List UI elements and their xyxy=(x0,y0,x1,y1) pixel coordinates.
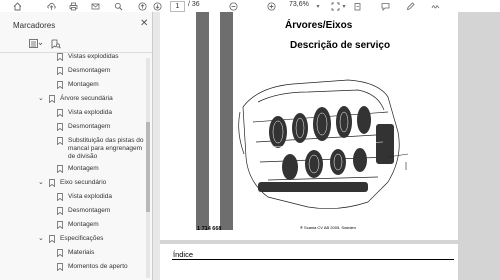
bookmark-icon xyxy=(57,193,63,204)
toolbar: 1 / 36 73,6% ▾ ▾ xyxy=(0,0,500,12)
scrollbar-thumb[interactable] xyxy=(146,122,150,212)
page-separator xyxy=(160,240,458,244)
bookmark-label: Montagem xyxy=(68,165,99,172)
bookmark-item[interactable]: Montagem xyxy=(57,221,99,230)
sign-icon[interactable] xyxy=(430,1,440,11)
mail-icon[interactable] xyxy=(90,1,100,11)
bookmark-icon xyxy=(57,123,63,134)
side-stripe xyxy=(220,12,233,230)
bookmark-item-especificacoes[interactable]: Especificações xyxy=(49,235,104,244)
bookmark-item[interactable]: Vista explodida xyxy=(57,193,112,202)
bookmark-label: Árvore secundária xyxy=(60,95,113,102)
page-total: / 36 xyxy=(188,1,200,8)
zoom-in-icon[interactable] xyxy=(266,1,276,11)
bookmark-item[interactable]: Desmontagem xyxy=(57,67,111,76)
page-number-input[interactable]: 1 xyxy=(170,1,185,12)
bookmark-label: Vista explodida xyxy=(68,109,112,116)
bookmark-label: Especificações xyxy=(60,235,104,242)
zoom-out-icon[interactable] xyxy=(228,1,238,11)
down-arrow-icon[interactable] xyxy=(152,1,162,11)
bookmark-item[interactable]: Vistas explodidas xyxy=(57,53,119,62)
document-title: Árvores/Eixos xyxy=(285,20,353,31)
bookmark-icon xyxy=(49,235,55,246)
bookmark-label: Desmontagem xyxy=(68,207,111,214)
bookmark-item[interactable]: Montagem xyxy=(57,165,99,174)
chevron-down-icon[interactable]: ▾ xyxy=(340,1,348,11)
bookmark-icon xyxy=(57,207,63,218)
bookmark-icon xyxy=(57,81,63,92)
bookmark-label: Materiais xyxy=(68,249,95,256)
part-number: 1 714 668 xyxy=(197,226,222,232)
gearbox-illustration xyxy=(238,62,413,227)
bookmark-label: Vistas explodidas xyxy=(68,53,119,60)
chevron-down-icon[interactable]: ⌄ xyxy=(38,234,44,242)
bookmark-icon xyxy=(57,249,63,260)
bookmark-icon xyxy=(57,137,63,148)
bookmark-label: Eixo secundário xyxy=(60,179,107,186)
heading-rule xyxy=(172,259,454,260)
search-icon[interactable] xyxy=(113,1,123,11)
bookmark-item[interactable]: Montagem xyxy=(57,81,99,90)
bookmark-item[interactable]: Momentos de aperto xyxy=(57,263,128,272)
up-arrow-icon[interactable] xyxy=(137,1,147,11)
bookmark-icon xyxy=(57,221,63,232)
comment-icon[interactable] xyxy=(380,1,390,11)
bookmark-icon xyxy=(57,109,63,120)
print-icon[interactable] xyxy=(68,1,78,11)
bookmark-item[interactable]: Substituição das pistas do mancal para e… xyxy=(57,137,144,161)
zoom-level[interactable]: 73,6% xyxy=(289,1,309,8)
fit-page-icon[interactable] xyxy=(330,1,340,11)
close-icon[interactable]: ✕ xyxy=(140,18,148,29)
chevron-down-icon[interactable]: ⌄ xyxy=(38,178,44,186)
bookmark-label: Desmontagem xyxy=(68,67,111,74)
bookmark-item[interactable]: Vista explodida xyxy=(57,109,112,118)
page-gutter xyxy=(458,12,500,280)
bookmark-icon xyxy=(49,95,55,106)
bookmark-label: Desmontagem xyxy=(68,123,111,130)
copyright-text: ® Scania CV AB 2005, Sweden xyxy=(300,225,356,230)
side-stripe xyxy=(196,12,209,230)
bookmark-icon xyxy=(57,165,63,176)
rotate-icon[interactable] xyxy=(352,1,362,11)
panel-title: Marcadores xyxy=(13,21,56,30)
bookmark-item[interactable]: Materiais xyxy=(57,249,95,258)
next-page-heading: Índice xyxy=(173,250,194,259)
bookmark-item-arvore-secundaria[interactable]: Árvore secundária xyxy=(49,95,113,104)
bookmark-icon xyxy=(49,179,55,190)
bookmark-item[interactable]: Desmontagem xyxy=(57,123,111,132)
bookmark-label: Momentos de aperto xyxy=(68,263,128,270)
document-subtitle: Descrição de serviço xyxy=(290,40,391,51)
bookmark-item[interactable]: Desmontagem xyxy=(57,207,111,216)
bookmark-label: Montagem xyxy=(68,81,99,88)
bookmark-label: Substituição das pistas do mancal para e… xyxy=(68,137,144,160)
bookmark-icon xyxy=(57,263,63,274)
pen-icon[interactable] xyxy=(405,1,415,11)
upload-icon[interactable] xyxy=(46,1,56,11)
bookmark-item-eixo-secundario[interactable]: Eixo secundário xyxy=(49,179,107,188)
chevron-down-icon[interactable]: ▾ xyxy=(314,1,322,11)
bookmark-label: Vista explodida xyxy=(68,193,112,200)
home-icon[interactable] xyxy=(12,1,22,11)
bookmark-icon xyxy=(57,53,63,64)
bookmark-icon xyxy=(57,67,63,78)
bookmark-label: Montagem xyxy=(68,221,99,228)
chevron-down-icon[interactable]: ⌄ xyxy=(38,94,44,102)
